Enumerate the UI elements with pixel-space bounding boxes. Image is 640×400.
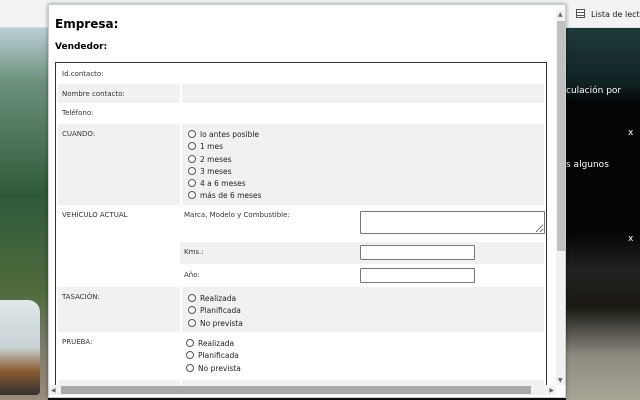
scroll-down-icon[interactable]: ▼ xyxy=(558,377,563,384)
background-van-image xyxy=(0,300,40,395)
radio-cuando-0[interactable]: lo antes posible xyxy=(188,129,544,141)
row-prueba: PRUEBA: Realizada Planificada No previst… xyxy=(58,332,544,380)
radio-prueba-no-prevista[interactable]: No prevista xyxy=(186,363,544,375)
radio-prueba-realizada[interactable]: Realizada xyxy=(186,338,544,350)
row-nombre-contacto: Nombre contacto: xyxy=(58,84,544,103)
radio-cuando-1[interactable]: 1 mes xyxy=(188,141,544,153)
radio-tasacion-no-prevista[interactable]: No prevista xyxy=(188,318,544,330)
contact-form-popup: Empresa: Vendedor: Id.contacto: Nombre c… xyxy=(48,4,566,398)
marca-label: Marca, Modelo y Combustible: xyxy=(184,211,290,219)
radio-cuando-2[interactable]: 2 meses xyxy=(188,154,544,166)
scroll-up-icon[interactable]: ▲ xyxy=(558,11,563,18)
row-tasacion: TASACIÓN: Realizada Planificada No previ… xyxy=(58,287,544,332)
radio-cuando-3[interactable]: 3 meses xyxy=(188,166,544,178)
vendedor-title: Vendedor: xyxy=(55,42,107,52)
row-telefono: Teléfono: xyxy=(58,103,544,124)
prueba-label: PRUEBA: xyxy=(62,338,92,346)
id-contacto-label: Id.contacto: xyxy=(62,70,104,78)
close-icon[interactable]: x xyxy=(628,128,633,138)
scroll-right-icon[interactable]: ▶ xyxy=(549,387,554,394)
radio-prueba-planificada[interactable]: Planificada xyxy=(186,350,544,362)
kms-row: Kms.: xyxy=(180,242,544,264)
vertical-scrollbar[interactable]: ▲ ▼ xyxy=(556,10,566,385)
anio-label: Año: xyxy=(184,271,200,279)
vehiculo-label: VEHÍCULO ACTUAL xyxy=(62,211,128,219)
radio-tasacion-realizada[interactable]: Realizada xyxy=(188,293,544,305)
radio-cuando-5[interactable]: más de 6 meses xyxy=(188,190,544,202)
row-vehiculo: VEHÍCULO ACTUAL Marca, Modelo y Combusti… xyxy=(58,205,544,287)
nombre-contacto-label: Nombre contacto: xyxy=(62,90,125,98)
kms-input[interactable] xyxy=(360,245,475,260)
row-cuando: CUANDO: lo antes posible 1 mes 2 meses 3… xyxy=(58,124,544,205)
radio-cuando-4[interactable]: 4 a 6 meses xyxy=(188,178,544,190)
empresa-title: Empresa: xyxy=(55,17,118,31)
horizontal-scrollbar[interactable]: ◀ ▶ xyxy=(49,385,556,395)
scroll-left-icon[interactable]: ◀ xyxy=(51,387,56,394)
reading-list-icon xyxy=(576,9,585,18)
reading-list-button[interactable]: Lista de lectura xyxy=(576,9,640,19)
radio-tasacion-planificada[interactable]: Planificada xyxy=(188,305,544,317)
form-table: Id.contacto: Nombre contacto: Teléfono: … xyxy=(55,62,547,385)
anio-input[interactable] xyxy=(360,268,475,283)
tasacion-label: TASACIÓN: xyxy=(62,293,100,301)
marca-textarea[interactable] xyxy=(360,211,545,234)
horizontal-scroll-thumb[interactable] xyxy=(61,386,531,394)
cuando-label: CUANDO: xyxy=(62,130,95,138)
close-icon[interactable]: x xyxy=(628,234,633,244)
background-text: culación por xyxy=(566,86,621,96)
kms-label: Kms.: xyxy=(184,248,204,256)
background-image-right xyxy=(566,28,640,400)
telefono-label: Teléfono: xyxy=(62,109,93,117)
background-text: s algunos xyxy=(566,160,609,170)
vertical-scroll-thumb[interactable] xyxy=(557,21,565,251)
row-id-contacto: Id.contacto: xyxy=(58,64,544,84)
